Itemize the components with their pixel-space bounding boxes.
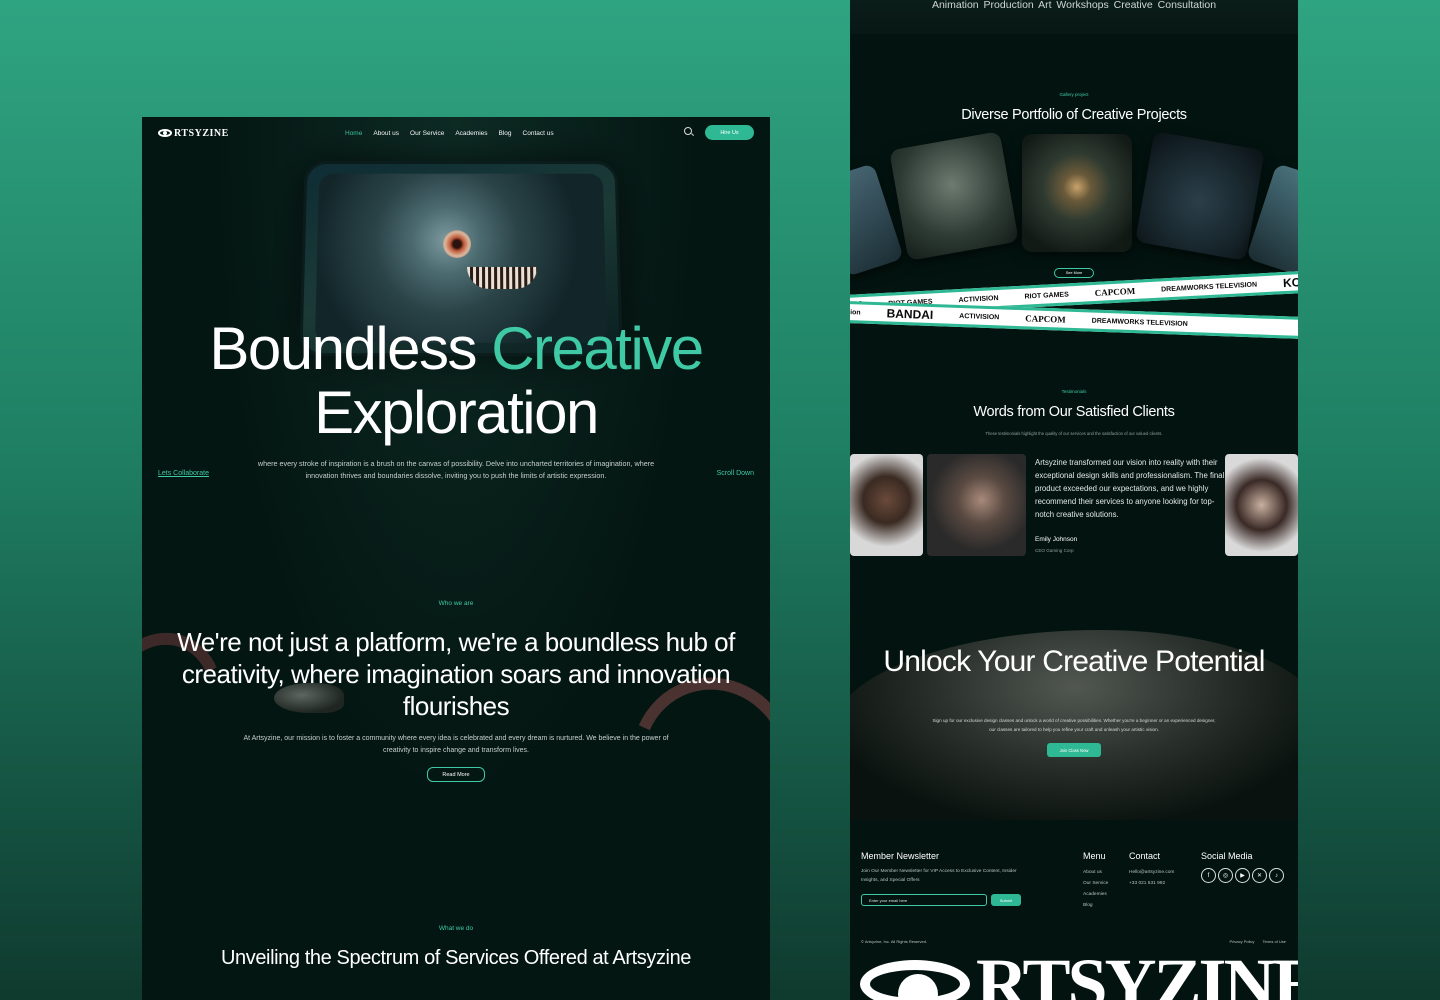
brand-logo: DREAMWORKS TELEVISION [1091, 317, 1188, 328]
read-more-button[interactable]: Read More [427, 767, 485, 782]
eye-logo-icon [158, 129, 172, 137]
nav-home[interactable]: Home [345, 130, 362, 137]
who-we-are-label: Who we are [438, 600, 474, 607]
landing-page-preview-left: RTSYZINE Home About us Our Service Acade… [142, 117, 770, 1000]
footer-contact-title: Contact [1129, 851, 1161, 861]
brand-name: RTSYZINE [174, 127, 229, 139]
client-photo[interactable] [850, 454, 923, 556]
client-photo-active[interactable] [927, 454, 1026, 556]
testimonial-author: Emily Johnson [1035, 536, 1078, 543]
brand-logo: RIOT GAMES [1024, 290, 1069, 301]
creature-teeth [467, 266, 538, 290]
top-nav: RTSYZINE Home About us Our Service Acade… [158, 125, 754, 141]
who-we-are-text: At Artsyzine, our mission is to foster a… [243, 735, 669, 754]
contact-email[interactable]: Hello@artsyzine.com [1129, 867, 1174, 878]
search-icon[interactable] [684, 127, 692, 135]
brand-logo: ACTIVISION [959, 312, 1000, 321]
eye-logo-icon [860, 960, 970, 1000]
landing-page-preview-right: Animation Production Art Workshops Creat… [850, 0, 1298, 1000]
brand-logo: ACTIVISION [958, 294, 999, 304]
what-we-do-title: Unveiling the Spectrum of Services Offer… [220, 947, 692, 969]
cta-subtitle: Sign up for our exclusive design classes… [932, 718, 1216, 732]
creature-eye [442, 230, 472, 258]
facebook-icon[interactable]: f [1201, 868, 1216, 883]
logo[interactable]: RTSYZINE [158, 128, 229, 139]
client-photo[interactable] [1225, 454, 1298, 556]
nav-service[interactable]: Our Service [410, 130, 444, 137]
tiktok-icon[interactable]: ♪ [1269, 868, 1284, 883]
footer-social-title: Social Media [1201, 851, 1253, 861]
footer-menu-item[interactable]: Our Service [1083, 878, 1108, 889]
nav-links: Home About us Our Service Academies Blog… [345, 130, 554, 137]
brand-logo: DREAMWORKS TELEVISION [1160, 280, 1258, 293]
x-icon[interactable]: ✕ [1252, 868, 1267, 883]
brand-logo: CAPCOM [1025, 313, 1066, 325]
what-we-do-label: What we do [438, 925, 474, 932]
footer-menu-item[interactable]: Academies [1083, 889, 1107, 900]
newsletter-title: Member Newsletter [861, 851, 940, 861]
testimonials-subtitle: These testimonials highlight the quality… [985, 431, 1163, 436]
see-more-button[interactable]: See More [1054, 268, 1094, 278]
hero-subtitle: where every stroke of inspiration is a b… [257, 459, 655, 480]
youtube-icon[interactable]: ▶ [1235, 868, 1250, 883]
newsletter-submit-button[interactable]: Submit [991, 894, 1021, 906]
nav-academies[interactable]: Academies [455, 130, 487, 137]
hero-title-part: Boundless [209, 315, 492, 382]
footer-brand-name: RTSYZINE [976, 944, 1298, 1000]
who-we-are-title: We're not just a platform, we're a bound… [177, 627, 735, 721]
hero-title-accent: Creative [491, 315, 704, 382]
footer-menu-item[interactable]: About us [1083, 867, 1102, 878]
instagram-icon[interactable]: ◎ [1218, 868, 1233, 883]
newsletter-email-input[interactable]: Enter your email here [861, 894, 987, 906]
nav-blog[interactable]: Blog [499, 130, 512, 137]
footer-big-logo: RTSYZINE [860, 948, 1298, 1000]
testimonials-label: Testimonials [1061, 389, 1087, 394]
gallery-card[interactable] [1135, 131, 1265, 261]
hire-us-button[interactable]: Hire Us [705, 125, 754, 140]
testimonial-role: CEO Gaming Corp [1035, 548, 1074, 553]
lets-collaborate-link[interactable]: Lets Collaborate [158, 470, 209, 477]
testimonials-title: Words from Our Satisfied Clients [973, 404, 1175, 420]
gallery-title: Diverse Portfolio of Creative Projects [961, 107, 1187, 123]
join-class-button[interactable]: Join Class Now [1047, 743, 1101, 757]
hero-title-line2: Exploration [314, 379, 599, 446]
brand-logo: BANDAI [886, 306, 934, 323]
footer-menu-item[interactable]: Blog [1083, 900, 1093, 911]
newsletter-text: Join Our Member Newsletter for VIP Acces… [861, 869, 1017, 883]
brand-logo: CAPCOM [1094, 285, 1136, 298]
contact-phone: +33 021 531 992 [1129, 881, 1166, 886]
nav-contact[interactable]: Contact us [523, 130, 554, 137]
gallery-card[interactable] [889, 131, 1019, 261]
gallery-card[interactable] [1022, 134, 1132, 252]
cta-title: Unlock Your Creative Potential [883, 645, 1265, 678]
footer-menu-title: Menu [1083, 851, 1106, 861]
nav-about[interactable]: About us [373, 130, 399, 137]
brand-logo: ion [850, 308, 861, 317]
hero-title-line1: Boundless Creative [142, 319, 770, 379]
services-row: Animation Production Art Workshops Creat… [931, 0, 1217, 11]
scroll-down-link[interactable]: Scroll Down [717, 470, 754, 477]
brand-logo: KO [1282, 275, 1298, 291]
gallery-label: Gallery project [1059, 92, 1089, 97]
copyright: © Artsyzine, Inc. All Rights Reserved. [861, 939, 928, 944]
brand-tape-2: ion BANDAI ACTIVISION CAPCOM DREAMWORKS … [850, 300, 1298, 340]
social-icons: f ◎ ▶ ✕ ♪ [1201, 868, 1284, 883]
testimonial-quote: Artsyzine transformed our vision into re… [1035, 458, 1225, 519]
